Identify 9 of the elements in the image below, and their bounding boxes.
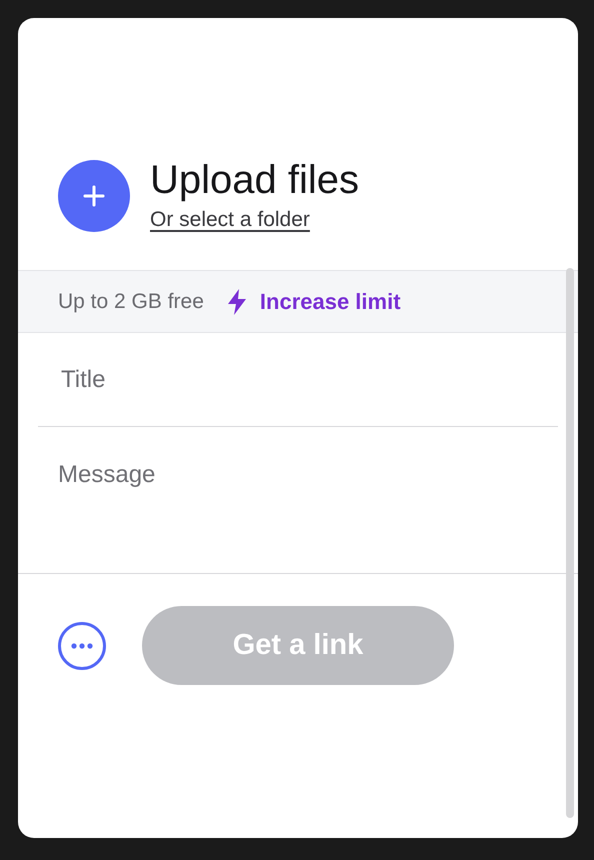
upload-title: Upload files xyxy=(150,157,360,204)
scrollbar[interactable] xyxy=(566,268,574,818)
limit-text: Up to 2 GB free xyxy=(58,290,204,314)
more-icon xyxy=(70,642,94,648)
plus-icon xyxy=(82,184,106,208)
lightning-icon xyxy=(226,288,248,316)
more-button[interactable] xyxy=(58,622,106,670)
select-folder-link[interactable]: Or select a folder xyxy=(150,208,310,232)
increase-limit-link[interactable]: Increase limit xyxy=(260,288,401,314)
